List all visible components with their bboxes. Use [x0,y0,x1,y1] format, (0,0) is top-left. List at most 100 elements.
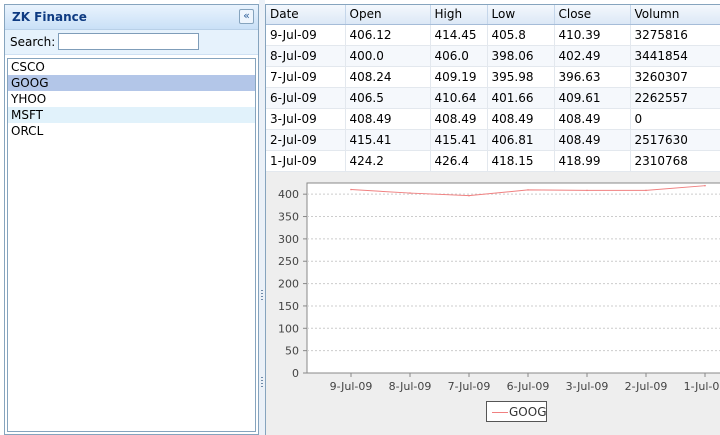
price-table: Date Open High Low Close Volumn 9-Jul-09 406.1… [266,5,720,172]
list-item[interactable]: MSFT [8,107,255,123]
data-point [350,188,352,191]
table-cell: 2517630 [630,129,720,151]
table-row[interactable]: 9-Jul-09 406.12 414.45 405.8 410.39 3275816 [266,24,720,46]
table-cell: 418.15 [487,150,555,172]
table-row[interactable]: 7-Jul-09 408.24 409.19 395.98 396.63 3260307 [266,66,720,88]
list-item[interactable]: ORCL [8,123,255,139]
table-cell: 8-Jul-09 [266,45,346,67]
data-point [645,189,647,192]
column-header[interactable]: Date [266,5,346,25]
table-cell: 0 [630,108,720,130]
column-header[interactable]: Volumn [630,5,720,25]
table-cell: 395.98 [487,66,555,88]
splitter-grip-icon[interactable] [261,290,263,302]
table-body: 9-Jul-09 406.12 414.45 405.8 410.39 3275816 8-… [266,24,720,172]
table-cell: 415.41 [345,129,431,151]
y-tick-label: 200 [278,278,299,291]
list-item[interactable]: YHOO [8,91,255,107]
chart-legend: GOOG [486,401,547,422]
column-header[interactable]: Close [554,5,631,25]
column-header[interactable]: Low [487,5,555,25]
y-tick-label: 100 [278,322,299,335]
y-tick-label: 400 [278,188,299,201]
table-cell: 398.06 [487,45,555,67]
collapse-icon[interactable]: « [239,9,254,24]
splitter-grip-icon[interactable] [261,377,263,389]
west-panel: ZK Finance « Search: CSCO GOOG YHOO MSFT ORC… [4,4,259,435]
data-point [527,189,529,191]
search-label: Search: [10,35,56,49]
table-cell: 6-Jul-09 [266,87,346,109]
data-point [468,194,470,197]
table-cell: 9-Jul-09 [266,24,346,46]
table-cell: 408.49 [487,108,555,130]
table-cell: 401.66 [487,87,555,109]
x-tick-label: 6-Jul-09 [507,380,550,393]
x-tick-label: 7-Jul-09 [448,380,491,393]
west-panel-header: ZK Finance « [5,5,258,30]
table-row[interactable]: 3-Jul-09 408.49 408.49 408.49 408.49 0 [266,108,720,130]
table-cell: 426.4 [430,150,488,172]
table-cell: 2-Jul-09 [266,129,346,151]
x-tick-label: 3-Jul-09 [566,380,609,393]
column-header[interactable]: High [430,5,488,25]
list-item[interactable]: CSCO [8,59,255,75]
table-cell: 408.49 [345,108,431,130]
table-cell: 2262557 [630,87,720,109]
y-tick-label: 150 [278,300,299,313]
x-tick-label: 2-Jul-09 [625,380,668,393]
table-cell: 406.12 [345,24,431,46]
table-cell: 3-Jul-09 [266,108,346,130]
center-panel: Date Open High Low Close Volumn 9-Jul-09 406.1… [265,4,720,435]
table-row[interactable]: 6-Jul-09 406.5 410.64 401.66 409.61 2262557 [266,87,720,109]
legend-label: GOOG [509,405,547,419]
table-header-row: Date Open High Low Close Volumn [266,5,720,25]
price-chart: 0 50 100 150 200 250 300 350 400 9-Jul-09 8-Jul-09… [266,177,720,435]
y-tick-label: 50 [285,345,299,358]
table-cell: 396.63 [554,66,631,88]
table-cell: 415.41 [430,129,488,151]
x-tick-label: 8-Jul-09 [389,380,432,393]
table-cell: 408.24 [345,66,431,88]
table-row[interactable]: 2-Jul-09 415.41 415.41 406.81 408.49 2517630 [266,129,720,151]
panel-title: ZK Finance [12,10,87,24]
y-tick-label: 300 [278,233,299,246]
list-item[interactable]: GOOG [8,75,255,91]
search-input[interactable] [58,33,199,50]
table-cell: 402.49 [554,45,631,67]
y-tick-label: 350 [278,211,299,224]
x-tick-label: 9-Jul-09 [330,380,373,393]
table-cell: 414.45 [430,24,488,46]
table-cell: 410.64 [430,87,488,109]
table-cell: 2310768 [630,150,720,172]
search-row: Search: [5,30,258,55]
table-cell: 406.5 [345,87,431,109]
y-tick-label: 0 [292,367,299,380]
data-point [704,184,706,187]
table-row[interactable]: 1-Jul-09 424.2 426.4 418.15 418.99 2310768 [266,150,720,172]
column-header[interactable]: Open [345,5,431,25]
company-listbox[interactable]: CSCO GOOG YHOO MSFT ORCL [7,58,256,432]
table-cell: 418.99 [554,150,631,172]
table-cell: 408.49 [554,108,631,130]
table-cell: 7-Jul-09 [266,66,346,88]
table-row[interactable]: 8-Jul-09 400.0 406.0 398.06 402.49 3441854 [266,45,720,67]
table-cell: 408.49 [554,129,631,151]
x-tick-label: 1-Jul-09 [684,380,720,393]
y-tick-label: 250 [278,255,299,268]
table-cell: 424.2 [345,150,431,172]
chart-svg: 0 50 100 150 200 250 300 350 400 9-Jul-09 8-Jul-09… [278,182,720,393]
table-cell: 409.61 [554,87,631,109]
table-cell: 400.0 [345,45,431,67]
table-cell: 1-Jul-09 [266,150,346,172]
legend-line-icon [492,412,508,413]
table-cell: 406.81 [487,129,555,151]
table-cell: 409.19 [430,66,488,88]
table-cell: 408.49 [430,108,488,130]
table-cell: 3275816 [630,24,720,46]
data-point [409,192,411,194]
table-cell: 3441854 [630,45,720,67]
plot-area [306,182,720,374]
table-cell: 405.8 [487,24,555,46]
table-cell: 406.0 [430,45,488,67]
